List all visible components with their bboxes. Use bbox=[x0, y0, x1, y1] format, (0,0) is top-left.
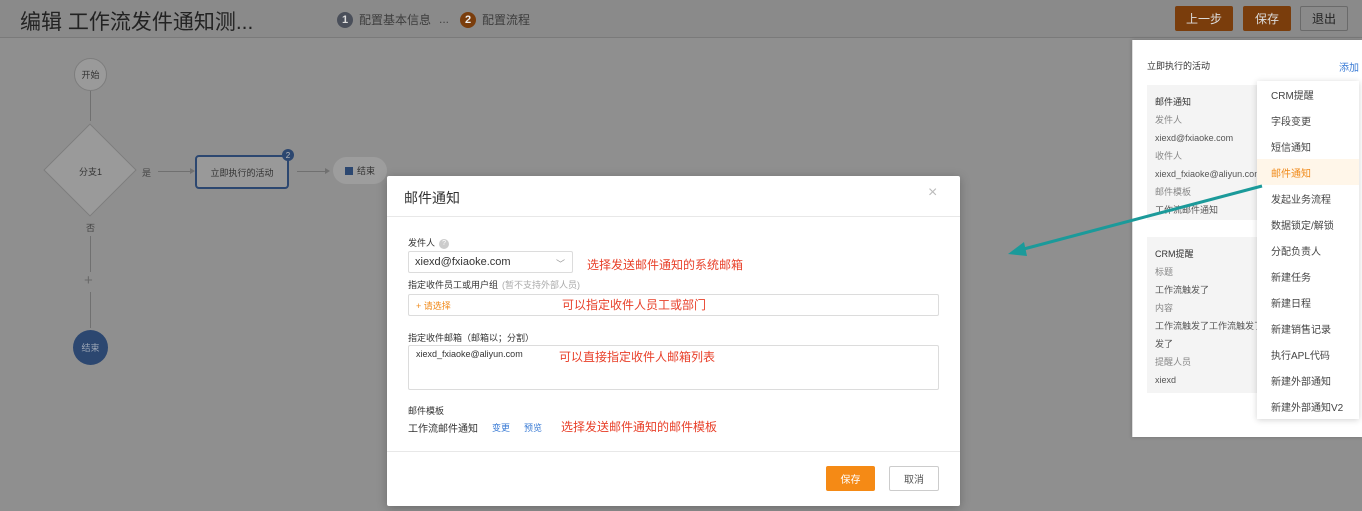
card-line: 工作流触发了 bbox=[1155, 285, 1210, 295]
exit-button[interactable]: 退出 bbox=[1300, 6, 1348, 31]
menu-item-run-apl[interactable]: 执行APL代码 bbox=[1257, 341, 1359, 367]
template-label: 邮件模板 bbox=[408, 406, 445, 416]
menu-item-new-task[interactable]: 新建任务 bbox=[1257, 263, 1359, 289]
step-label: 配置基本信息 bbox=[359, 13, 432, 27]
activity-type-menu: CRM提醒 字段变更 短信通知 邮件通知 发起业务流程 数据锁定/解锁 分配负责… bbox=[1257, 81, 1359, 419]
step-separator: ... bbox=[439, 12, 450, 26]
end-pill-label: 结束 bbox=[356, 166, 375, 176]
menu-item-business-flow[interactable]: 发起业务流程 bbox=[1257, 185, 1359, 211]
step-basic-info[interactable]: 1 配置基本信息 bbox=[337, 11, 431, 28]
activity-count-badge: 2 bbox=[282, 149, 294, 161]
dialog-title: 邮件通知 bbox=[404, 190, 460, 206]
connector-line bbox=[158, 171, 190, 172]
template-value: 工作流邮件通知 bbox=[408, 424, 478, 435]
header-bar: 编辑 工作流发件通知测... 1 配置基本信息 ... 2 配置流程 上一步 保… bbox=[0, 0, 1362, 38]
menu-item-sms[interactable]: 短信通知 bbox=[1257, 133, 1359, 159]
divider bbox=[387, 451, 960, 452]
menu-item-new-schedule[interactable]: 新建日程 bbox=[1257, 289, 1359, 315]
divider bbox=[387, 216, 960, 217]
step-number: 2 bbox=[460, 11, 476, 28]
annotation-arrow-head bbox=[1008, 242, 1027, 256]
prev-step-button[interactable]: 上一步 bbox=[1175, 6, 1233, 31]
card-line: 内容 bbox=[1155, 303, 1174, 313]
recipients-label: 指定收件员工或用户组 (暂不支持外部人员) bbox=[408, 278, 580, 291]
card-line: 工作流邮件通知 bbox=[1155, 205, 1219, 215]
add-node-icon[interactable]: + bbox=[84, 272, 93, 289]
card-line: 发件人 bbox=[1155, 115, 1183, 125]
menu-item-crm-reminder[interactable]: CRM提醒 bbox=[1257, 81, 1359, 107]
activity-node[interactable]: 立即执行的活动 bbox=[195, 155, 289, 189]
annotation-emails: 可以直接指定收件人邮箱列表 bbox=[559, 350, 716, 364]
email-notify-dialog: 邮件通知 × 发件人? xiexd@fxiaoke.com ﹀ 选择发送邮件通知… bbox=[387, 176, 960, 506]
connector-line bbox=[297, 171, 325, 172]
connector-line bbox=[90, 236, 91, 272]
crm-reminder-card[interactable]: CRM提醒 标题 工作流触发了 内容 工作流触发了工作流触发了 发了 提醒人员 … bbox=[1147, 237, 1263, 393]
menu-item-lock-unlock[interactable]: 数据锁定/解锁 bbox=[1257, 211, 1359, 237]
template-change-link[interactable]: 变更 bbox=[492, 421, 510, 434]
connector-line bbox=[90, 292, 91, 328]
start-node[interactable]: 开始 bbox=[74, 58, 107, 91]
annotation-template: 选择发送邮件通知的邮件模板 bbox=[561, 420, 718, 434]
card-line: 工作流触发了工作流触发了 bbox=[1155, 321, 1263, 331]
sender-select[interactable]: xiexd@fxiaoke.com ﹀ bbox=[408, 251, 573, 273]
branch-no-label: 否 bbox=[86, 223, 96, 233]
menu-item-external-notice-v2[interactable]: 新建外部通知V2 bbox=[1257, 393, 1359, 419]
annotation-sender: 选择发送邮件通知的系统邮箱 bbox=[587, 258, 744, 272]
add-activity-link[interactable]: 添加 bbox=[1339, 59, 1359, 74]
card-line: 邮件模板 bbox=[1155, 187, 1192, 197]
stop-icon bbox=[344, 166, 353, 175]
emails-label: 指定收件邮箱（邮箱以；分割） bbox=[408, 333, 535, 343]
menu-item-email[interactable]: 邮件通知 bbox=[1257, 159, 1359, 185]
sender-label-text: 发件人 bbox=[408, 238, 436, 248]
card-line: xiexd bbox=[1155, 375, 1177, 385]
menu-item-new-sales-record[interactable]: 新建销售记录 bbox=[1257, 315, 1359, 341]
card-line: 收件人 bbox=[1155, 151, 1183, 161]
sender-value: xiexd@fxiaoke.com bbox=[415, 256, 511, 268]
recipients-label-text: 指定收件员工或用户组 bbox=[408, 280, 499, 290]
menu-item-external-notice[interactable]: 新建外部通知 bbox=[1257, 367, 1359, 393]
connector-line bbox=[90, 91, 91, 121]
annotation-recipients: 可以指定收件人员工或部门 bbox=[562, 298, 707, 312]
card-line: 邮件通知 bbox=[1155, 97, 1192, 107]
card-line: xiexd@fxiaoke.com bbox=[1155, 133, 1234, 143]
template-preview-link[interactable]: 预览 bbox=[524, 421, 542, 434]
branch-yes-label: 是 bbox=[142, 168, 152, 178]
close-icon[interactable]: × bbox=[928, 184, 937, 202]
card-line: 提醒人员 bbox=[1155, 357, 1192, 367]
branch-label: 分支1 bbox=[79, 167, 103, 177]
email-activity-card[interactable]: 邮件通知 发件人 xiexd@fxiaoke.com 收件人 xiexd_fxi… bbox=[1147, 85, 1263, 220]
card-line: xiexd_fxiaoke@aliyun.com bbox=[1155, 169, 1262, 179]
card-line: 标题 bbox=[1155, 267, 1174, 277]
step-label: 配置流程 bbox=[482, 13, 531, 27]
end-pill-node[interactable]: 结束 bbox=[333, 157, 387, 184]
panel-title: 立即执行的活动 bbox=[1147, 61, 1211, 71]
end-node[interactable]: 结束 bbox=[73, 330, 108, 365]
dialog-cancel-button[interactable]: 取消 bbox=[889, 466, 939, 491]
recipients-hint: (暂不支持外部人员) bbox=[502, 280, 581, 290]
step-number: 1 bbox=[337, 11, 353, 28]
sender-label: 发件人? bbox=[408, 236, 450, 249]
page-title: 编辑 工作流发件通知测... bbox=[20, 11, 254, 34]
help-icon[interactable]: ? bbox=[439, 238, 450, 249]
arrow-head-icon bbox=[325, 168, 330, 174]
save-button[interactable]: 保存 bbox=[1243, 6, 1291, 31]
chevron-down-icon: ﹀ bbox=[555, 259, 565, 269]
dialog-save-button[interactable]: 保存 bbox=[826, 466, 875, 491]
card-line: 发了 bbox=[1155, 339, 1174, 349]
menu-item-field-change[interactable]: 字段变更 bbox=[1257, 107, 1359, 133]
card-line: CRM提醒 bbox=[1155, 249, 1194, 259]
menu-item-assign-owner[interactable]: 分配负责人 bbox=[1257, 237, 1359, 263]
template-row: 工作流邮件通知 变更 预览 bbox=[408, 420, 542, 435]
activity-side-panel: 立即执行的活动 添加 邮件通知 发件人 xiexd@fxiaoke.com 收件… bbox=[1132, 40, 1362, 437]
step-flow-config[interactable]: 2 配置流程 bbox=[460, 11, 530, 28]
